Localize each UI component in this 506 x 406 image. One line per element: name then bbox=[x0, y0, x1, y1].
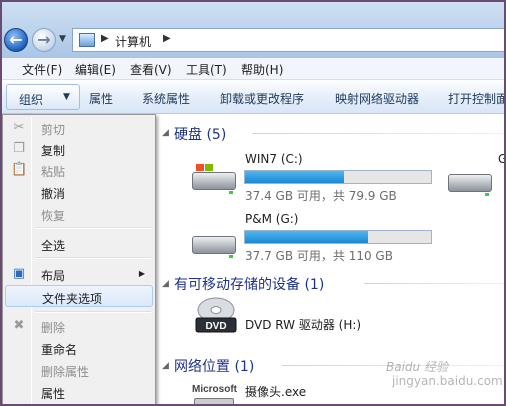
hard-drive-icon[interactable] bbox=[448, 166, 492, 196]
uninstall-program-button[interactable]: 卸载或更改程序 bbox=[220, 90, 304, 107]
paste-icon: 📋 bbox=[11, 162, 28, 177]
watermark-logo: Baidu 经验 bbox=[386, 360, 448, 374]
copy-icon: ❐ bbox=[13, 141, 25, 156]
menu-separator bbox=[35, 227, 151, 229]
menu-item-rename[interactable]: 重命名 bbox=[5, 337, 153, 359]
command-bar: 组织 ▼ 属性 系统属性 卸载或更改程序 映射网络驱动器 打开控制面 bbox=[2, 80, 504, 114]
webcam-icon[interactable] bbox=[194, 398, 234, 404]
drive-usage-fill-c bbox=[245, 171, 344, 183]
title-bar: ← → ▼ ▶ 计算机 ▶ bbox=[2, 2, 504, 58]
microsoft-logo: Microsoft bbox=[192, 384, 237, 395]
dvd-logo: DVD bbox=[205, 321, 226, 332]
drive-info-c: 37.4 GB 可用，共 79.9 GB bbox=[245, 189, 397, 203]
menu-item-redo[interactable]: 恢复 bbox=[5, 203, 153, 225]
breadcrumb-arrow-icon[interactable]: ▶ bbox=[163, 33, 171, 44]
menu-item-folder-options[interactable]: 文件夹选项 bbox=[5, 285, 153, 307]
drive-name-c[interactable]: WIN7 (C:) bbox=[245, 152, 303, 166]
map-network-drive-button[interactable]: 映射网络驱动器 bbox=[335, 90, 419, 107]
collapse-triangle-icon[interactable]: ◢ bbox=[162, 361, 169, 371]
menu-item-layout[interactable]: ▣ 布局 ▶ bbox=[5, 263, 153, 285]
organize-button[interactable]: 组织 ▼ bbox=[6, 84, 80, 110]
menu-view[interactable]: 查看(V) bbox=[130, 61, 172, 78]
menu-item-cut[interactable]: ✂ 剪切 bbox=[5, 117, 153, 139]
menu-file[interactable]: 文件(F) bbox=[22, 61, 62, 78]
menu-item-delete[interactable]: ✖ 删除 bbox=[5, 315, 153, 337]
breadcrumb-arrow-icon[interactable]: ▶ bbox=[101, 33, 109, 44]
organize-label: 组织 bbox=[19, 93, 44, 107]
menu-help[interactable]: 帮助(H) bbox=[241, 61, 283, 78]
hard-drive-icon[interactable] bbox=[192, 228, 236, 258]
menu-item-remove-properties[interactable]: 删除属性 bbox=[5, 359, 153, 381]
menu-separator bbox=[35, 257, 151, 259]
menu-separator bbox=[35, 311, 151, 313]
hard-drive-icon[interactable] bbox=[192, 164, 236, 194]
layout-icon: ▣ bbox=[12, 266, 26, 281]
watermark-url: jingyan.baidu.com bbox=[392, 374, 503, 388]
group-header-removable[interactable]: 有可移动存储的设备 (1) bbox=[174, 274, 324, 294]
delete-x-icon: ✖ bbox=[13, 318, 25, 333]
chevron-down-icon: ▼ bbox=[63, 92, 70, 102]
menu-bar: 文件(F) 编辑(E) 查看(V) 工具(T) 帮助(H) bbox=[2, 58, 504, 80]
group-header-hard-disks[interactable]: 硬盘 (5) bbox=[174, 124, 226, 144]
content-pane: ◢ 硬盘 (5) WIN7 (C:) 37.4 GB 可用，共 79.9 GB … bbox=[154, 114, 504, 404]
back-button[interactable]: ← bbox=[4, 28, 28, 52]
system-properties-button[interactable]: 系统属性 bbox=[142, 90, 190, 107]
drive-usage-fill-g bbox=[245, 231, 368, 243]
group-header-network[interactable]: 网络位置 (1) bbox=[174, 356, 254, 376]
breadcrumb-computer[interactable]: 计算机 bbox=[115, 33, 151, 50]
dvd-drive-icon[interactable]: DVD bbox=[194, 296, 238, 336]
menu-item-copy[interactable]: ❐ 复制 bbox=[5, 138, 153, 160]
drive-name-g[interactable]: P&M (G:) bbox=[245, 212, 298, 226]
drive-name-dvd[interactable]: DVD RW 驱动器 (H:) bbox=[245, 316, 361, 333]
explorer-window: ← → ▼ ▶ 计算机 ▶ 文件(F) 编辑(E) 查看(V) 工具(T) 帮助… bbox=[0, 0, 506, 406]
group-divider bbox=[252, 133, 504, 134]
address-bar[interactable]: ▶ 计算机 ▶ bbox=[72, 28, 504, 52]
menu-item-properties[interactable]: 属性 bbox=[5, 381, 153, 403]
menu-edit[interactable]: 编辑(E) bbox=[75, 61, 116, 78]
drive-usage-bar-c bbox=[244, 170, 432, 184]
forward-button[interactable]: → bbox=[32, 28, 56, 52]
menu-item-paste[interactable]: 📋 粘贴 bbox=[5, 159, 153, 181]
computer-icon bbox=[79, 33, 95, 47]
menu-item-undo[interactable]: 撤消 bbox=[5, 181, 153, 203]
properties-button[interactable]: 属性 bbox=[89, 90, 113, 107]
drive-info-g: 37.7 GB 可用，共 110 GB bbox=[245, 249, 393, 263]
recent-pages-dropdown-icon[interactable]: ▼ bbox=[59, 34, 69, 44]
organize-context-menu: ✂ 剪切 ❐ 复制 📋 粘贴 撤消 恢复 全选 ▣ 布局 ▶ 文件夹选项 ✖ 删… bbox=[2, 114, 156, 404]
menu-tools[interactable]: 工具(T) bbox=[186, 61, 227, 78]
network-item-name[interactable]: 摄像头.exe bbox=[245, 383, 306, 400]
drive-name-partial[interactable]: G bbox=[498, 152, 504, 166]
menu-item-select-all[interactable]: 全选 bbox=[5, 233, 153, 255]
scissors-icon: ✂ bbox=[13, 120, 25, 135]
group-divider bbox=[364, 283, 504, 284]
submenu-arrow-icon: ▶ bbox=[138, 269, 145, 278]
collapse-triangle-icon[interactable]: ◢ bbox=[162, 279, 169, 289]
collapse-triangle-icon[interactable]: ◢ bbox=[162, 128, 169, 138]
open-control-panel-button[interactable]: 打开控制面 bbox=[448, 90, 504, 107]
drive-usage-bar-g bbox=[244, 230, 432, 244]
